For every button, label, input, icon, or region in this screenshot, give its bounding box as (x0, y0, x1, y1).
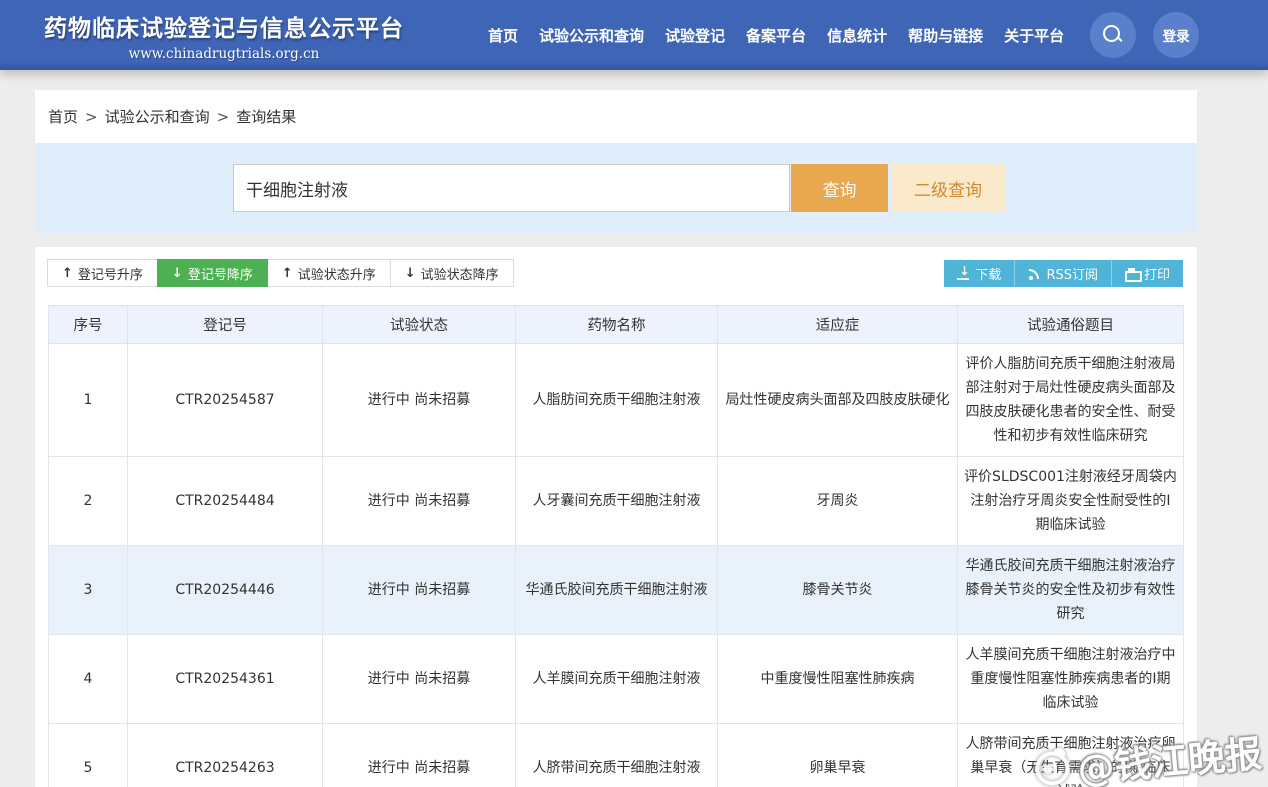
breadcrumb-home[interactable]: 首页 (48, 106, 78, 127)
arrow-down-icon: ↓ (172, 266, 183, 281)
header-registration-no: 登记号 (128, 306, 323, 344)
print-icon (1125, 268, 1138, 279)
header-trial-status: 试验状态 (323, 306, 516, 344)
cell-indication: 膝骨关节炎 (718, 546, 958, 635)
cell-registration-no[interactable]: CTR20254263 (128, 724, 323, 787)
header-index: 序号 (49, 306, 128, 344)
sort-button[interactable]: ↓ 登记号降序 (157, 259, 268, 287)
header-trial-title: 试验通俗题目 (958, 306, 1184, 344)
advanced-query-button[interactable]: 二级查询 (891, 164, 1005, 212)
site-logo[interactable]: 药物临床试验登记与信息公示平台 www.chinadrugtrials.org.… (28, 9, 420, 62)
site-url: www.chinadrugtrials.org.cn (28, 46, 420, 62)
cell-drug-name: 人牙囊间充质干细胞注射液 (516, 457, 718, 546)
sort-button[interactable]: ↑ 试验状态升序 (267, 259, 391, 287)
query-button[interactable]: 查询 (791, 164, 888, 212)
action-button[interactable]: 下载 (944, 260, 1015, 287)
site-header: 药物临床试验登记与信息公示平台 www.chinadrugtrials.org.… (0, 0, 1268, 70)
cell-trial-status: 进行中 尚未招募 (323, 457, 516, 546)
breadcrumb-current: 查询结果 (236, 106, 296, 127)
search-input[interactable] (233, 164, 790, 212)
cell-indication: 牙周炎 (718, 457, 958, 546)
breadcrumb-card: 首页 > 试验公示和查询 > 查询结果 (35, 90, 1197, 143)
site-title: 药物临床试验登记与信息公示平台 (28, 9, 420, 43)
sort-button[interactable]: ↓ 试验状态降序 (390, 259, 514, 287)
cell-trial-title: 人脐带间充质干细胞注射液治疗卵巢早衰（无生育需求）的Ⅰ期临床试验 (958, 724, 1184, 787)
cell-trial-title: 评价SLDSC001注射液经牙周袋内注射治疗牙周炎安全性耐受性的I期临床试验 (958, 457, 1184, 546)
arrow-up-icon: ↑ (282, 266, 293, 281)
cell-drug-name: 华通氏胶间充质干细胞注射液 (516, 546, 718, 635)
table-row: 4 CTR20254361 进行中 尚未招募 人羊膜间充质干细胞注射液 中重度慢… (49, 635, 1184, 724)
cell-index: 5 (49, 724, 128, 787)
cell-registration-no[interactable]: CTR20254484 (128, 457, 323, 546)
sort-button-label: 登记号降序 (188, 264, 253, 283)
table-header-row: 序号 登记号 试验状态 药物名称 适应症 试验通俗题目 (49, 306, 1184, 344)
nav-item[interactable]: 关于平台 (1004, 25, 1064, 46)
action-button-label: 下载 (975, 264, 1001, 283)
header-drug-name: 药物名称 (516, 306, 718, 344)
rss-icon (1028, 268, 1040, 280)
results-card: ↑ 登记号升序 ↓ 登记号降序 ↑ 试验状态升序 ↓ (35, 247, 1197, 787)
nav-item[interactable]: 备案平台 (746, 25, 806, 46)
search-section: 查询 二级查询 (35, 143, 1197, 233)
action-button-label: 打印 (1144, 264, 1170, 283)
download-icon (957, 268, 969, 280)
cell-indication: 中重度慢性阻塞性肺疾病 (718, 635, 958, 724)
nav-item[interactable]: 帮助与链接 (908, 25, 983, 46)
nav-item[interactable]: 首页 (488, 25, 518, 46)
breadcrumb-search-section[interactable]: 试验公示和查询 (105, 106, 210, 127)
results-toolbar: ↑ 登记号升序 ↓ 登记号降序 ↑ 试验状态升序 ↓ (35, 247, 1197, 289)
table-row: 3 CTR20254446 进行中 尚未招募 华通氏胶间充质干细胞注射液 膝骨关… (49, 546, 1184, 635)
sort-button-label: 登记号升序 (78, 264, 143, 283)
header-search-button[interactable] (1090, 12, 1136, 58)
cell-drug-name: 人脐带间充质干细胞注射液 (516, 724, 718, 787)
nav-item[interactable]: 试验公示和查询 (539, 25, 644, 46)
search-icon (1102, 24, 1124, 46)
cell-trial-status: 进行中 尚未招募 (323, 344, 516, 457)
cell-index: 2 (49, 457, 128, 546)
table-row: 2 CTR20254484 进行中 尚未招募 人牙囊间充质干细胞注射液 牙周炎 … (49, 457, 1184, 546)
action-button-label: RSS订阅 (1046, 264, 1098, 283)
table-row: 1 CTR20254587 进行中 尚未招募 人脂肪间充质干细胞注射液 局灶性硬… (49, 344, 1184, 457)
cell-trial-status: 进行中 尚未招募 (323, 724, 516, 787)
cell-trial-status: 进行中 尚未招募 (323, 635, 516, 724)
main-nav: 首页 试验公示和查询 试验登记 备案平台 信息统计 帮助与链接 关于平台 (488, 25, 1064, 46)
breadcrumb: 首页 > 试验公示和查询 > 查询结果 (48, 106, 296, 127)
cell-registration-no[interactable]: CTR20254446 (128, 546, 323, 635)
arrow-up-icon: ↑ (62, 266, 73, 281)
cell-index: 1 (49, 344, 128, 457)
cell-drug-name: 人脂肪间充质干细胞注射液 (516, 344, 718, 457)
sort-button-label: 试验状态降序 (421, 264, 499, 283)
action-button[interactable]: 打印 (1112, 260, 1183, 287)
page: 药物临床试验登记与信息公示平台 www.chinadrugtrials.org.… (0, 0, 1268, 787)
cell-trial-title: 人羊膜间充质干细胞注射液治疗中重度慢性阻塞性肺疾病患者的I期临床试验 (958, 635, 1184, 724)
cell-trial-title: 评价人脂肪间充质干细胞注射液局部注射对于局灶性硬皮病头面部及四肢皮肤硬化患者的安… (958, 344, 1184, 457)
cell-registration-no[interactable]: CTR20254587 (128, 344, 323, 457)
nav-item[interactable]: 信息统计 (827, 25, 887, 46)
header-indication: 适应症 (718, 306, 958, 344)
breadcrumb-separator: > (217, 108, 230, 126)
arrow-down-icon: ↓ (405, 266, 416, 281)
cell-trial-status: 进行中 尚未招募 (323, 546, 516, 635)
sort-button[interactable]: ↑ 登记号升序 (47, 259, 158, 287)
table-row: 5 CTR20254263 进行中 尚未招募 人脐带间充质干细胞注射液 卵巢早衰… (49, 724, 1184, 787)
cell-indication: 卵巢早衰 (718, 724, 958, 787)
cell-trial-title: 华通氏胶间充质干细胞注射液治疗膝骨关节炎的安全性及初步有效性研究 (958, 546, 1184, 635)
nav-item[interactable]: 试验登记 (665, 25, 725, 46)
login-button[interactable]: 登录 (1153, 12, 1199, 58)
action-button-group: 下载 RSS订阅 打印 (944, 260, 1183, 287)
cell-registration-no[interactable]: CTR20254361 (128, 635, 323, 724)
sort-button-label: 试验状态升序 (298, 264, 376, 283)
login-label: 登录 (1163, 25, 1190, 45)
breadcrumb-separator: > (85, 108, 98, 126)
results-table: 序号 登记号 试验状态 药物名称 适应症 试验通俗题目 1 CTR2025458… (48, 305, 1184, 787)
cell-index: 3 (49, 546, 128, 635)
cell-index: 4 (49, 635, 128, 724)
cell-indication: 局灶性硬皮病头面部及四肢皮肤硬化 (718, 344, 958, 457)
cell-drug-name: 人羊膜间充质干细胞注射液 (516, 635, 718, 724)
action-button[interactable]: RSS订阅 (1015, 260, 1112, 287)
